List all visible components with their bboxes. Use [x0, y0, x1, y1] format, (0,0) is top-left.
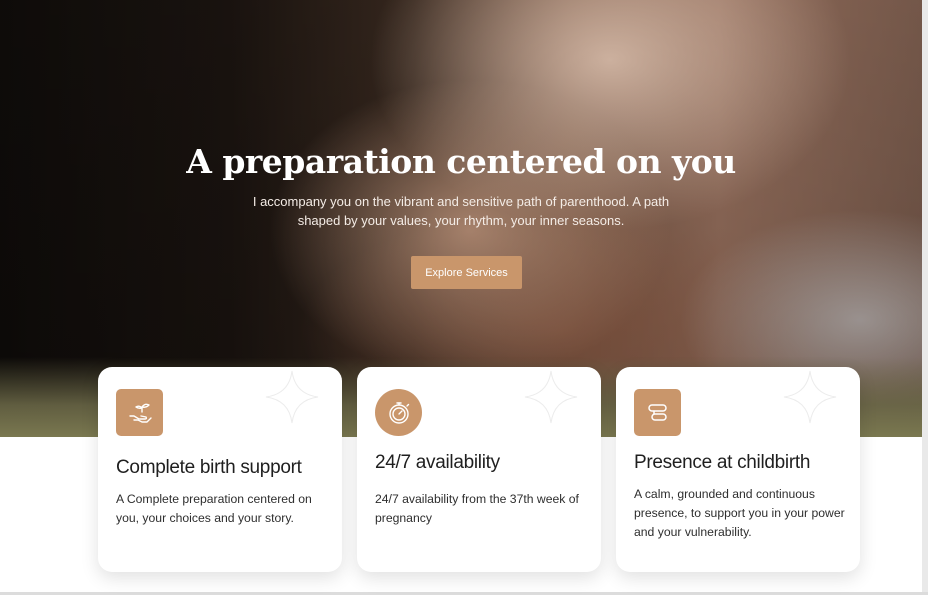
service-card-availability[interactable]: 24/7 availability 24/7 availability from… — [357, 367, 601, 572]
hand-with-seedling-icon — [116, 389, 163, 436]
service-card-childbirth-presence[interactable]: Presence at childbirth A calm, grounded … — [616, 367, 860, 572]
sparkle-decoration-icon — [783, 370, 837, 424]
stopwatch-icon — [375, 389, 422, 436]
explore-services-button[interactable]: Explore Services — [411, 256, 522, 289]
card-title: Presence at childbirth — [634, 452, 811, 473]
service-card-birth-support[interactable]: Complete birth support A Complete prepar… — [98, 367, 342, 572]
card-title: Complete birth support — [116, 457, 302, 478]
card-title: 24/7 availability — [375, 452, 500, 473]
card-description: A Complete preparation centered on you, … — [116, 492, 312, 525]
hero-subtitle: I accompany you on the vibrant and sensi… — [252, 194, 670, 228]
card-description: 24/7 availability from the 37th week of … — [375, 492, 579, 525]
card-description: A calm, grounded and continuous presence… — [634, 487, 845, 539]
hero-title: A preparation centered on you — [186, 142, 736, 181]
page-right-edge — [922, 0, 928, 595]
sparkle-decoration-icon — [524, 370, 578, 424]
sparkle-decoration-icon — [265, 370, 319, 424]
signpost-icon — [634, 389, 681, 436]
